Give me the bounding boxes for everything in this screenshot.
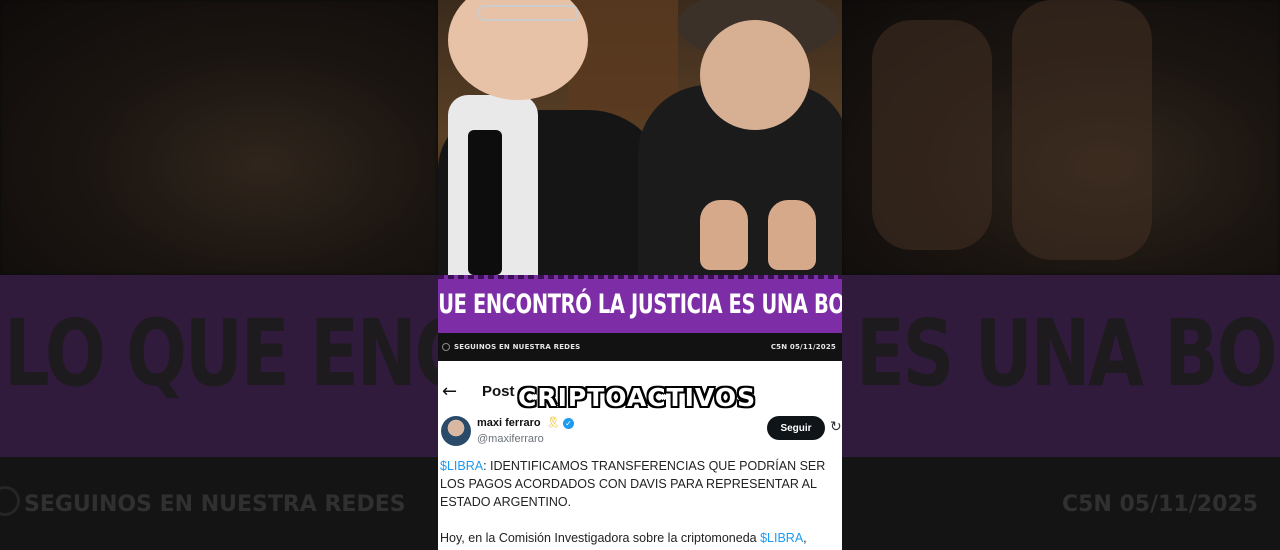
overlay-caption: CRIPTOACTIVOS: [518, 383, 757, 412]
back-arrow-icon[interactable]: ←: [442, 381, 457, 402]
headline-banner: LO QUE ENCONTRÓ LA JUSTICIA ES UNA BOMBA: [438, 275, 842, 333]
ribbon-icon: 🎗: [546, 417, 560, 429]
channel-logo-icon: [442, 343, 450, 351]
tweet-punctuation: ,: [803, 531, 807, 545]
follow-button[interactable]: Seguir: [767, 416, 825, 440]
video-frame[interactable]: LO QUE ENCONTRÓ LA JUSTICIA ES UNA BOMBA…: [438, 0, 842, 550]
cashtag-link[interactable]: $LIBRA: [440, 459, 483, 473]
avatar[interactable]: [441, 416, 471, 446]
news-photo: [438, 0, 842, 275]
headline-text: LO QUE ENCONTRÓ LA JUSTICIA ES UNA BOMBA: [438, 288, 842, 320]
broadcast-date: C5N 05/11/2025: [770, 343, 836, 351]
thumbs-up-icon: [768, 200, 816, 270]
tweet-body-text: : IDENTIFICAMOS TRANSFERENCIAS QUE PODRÍ…: [440, 459, 826, 509]
page-title: Post: [482, 383, 515, 400]
refresh-icon[interactable]: ↻: [830, 419, 842, 435]
cashtag-link[interactable]: $LIBRA: [760, 531, 803, 545]
thumbs-up-icon: [700, 200, 748, 270]
tweet-header: ← Post CRIPTOACTIVOS: [438, 379, 842, 412]
tweet-screenshot: ← Post CRIPTOACTIVOS maxi ferraro 🎗 ✓ @m…: [438, 361, 842, 550]
tweet-body-text-2: Hoy, en la Comisión Investigadora sobre …: [440, 531, 761, 545]
blurred-background-left: LO QUE ENCONTR SEGUINOS EN NUESTRA REDES: [0, 0, 438, 550]
author-name[interactable]: maxi ferraro: [477, 417, 541, 429]
verified-badge-icon: ✓: [563, 418, 574, 429]
tweet-text-continued: Hoy, en la Comisión Investigadora sobre …: [440, 529, 842, 547]
caption-meta-bar: SEGUINOS EN NUESTRA REDES C5N 05/11/2025: [438, 333, 842, 361]
blurred-background-right: ES UNA BOMBA C5N 05/11/2025: [842, 0, 1280, 550]
social-follow-text: SEGUINOS EN NUESTRA REDES: [454, 343, 581, 351]
tweet-text: $LIBRA: IDENTIFICAMOS TRANSFERENCIAS QUE…: [440, 457, 842, 511]
author-handle[interactable]: @maxiferraro: [477, 433, 544, 445]
